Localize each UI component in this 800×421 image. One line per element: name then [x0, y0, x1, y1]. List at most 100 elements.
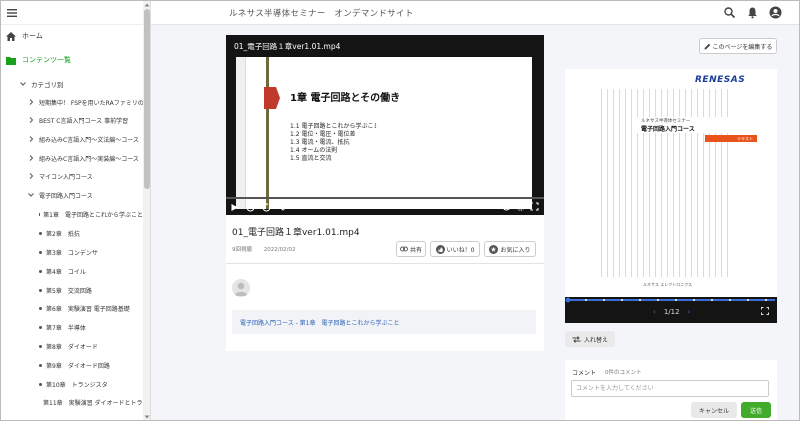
sidebar-category-item[interactable]: マイコン入門コース	[1, 169, 143, 183]
top-bar: ルネサス半導体セミナー オンデマンドサイト	[151, 1, 799, 25]
document-viewer[interactable]: RENESAS ルネサス半導体セミナー 電子回路入門コース テキスト ルネサス …	[565, 69, 777, 323]
sidebar-category-item[interactable]: BEST C言語入門コース 事前学習	[1, 113, 143, 127]
sidebar-chapter-label: 第6章 実験演習 電子回路基礎	[46, 305, 130, 313]
favorite-button[interactable]: お気に入り	[484, 241, 536, 257]
sidebar-chapter-label: 第8章 ダイオード	[46, 343, 98, 351]
sidebar-chapter-item[interactable]: 第8章 ダイオード	[1, 339, 143, 353]
video-time: 00:00:00/00:25:35	[438, 203, 494, 210]
video-overlay-title: 01_電子回路１章ver1.01.mp4	[234, 42, 341, 51]
chevron-right-icon	[27, 116, 35, 124]
scroll-up-icon[interactable]	[144, 2, 150, 8]
like-label: いいね！0	[446, 246, 475, 254]
sidebar-chapter-item[interactable]: 第6章 実験演習 電子回路基礎	[1, 301, 143, 315]
slide-chapter-marker	[264, 87, 280, 109]
site-title: ルネサス半導体セミナー オンデマンドサイト	[229, 9, 414, 19]
document-page: RENESAS ルネサス半導体セミナー 電子回路入門コース テキスト ルネサス …	[565, 69, 777, 297]
bell-icon[interactable]	[746, 6, 759, 19]
sidebar-category-label: マイコン入門コース	[39, 173, 93, 181]
favorite-label: お気に入り	[500, 246, 531, 254]
volume-icon[interactable]	[278, 203, 287, 212]
prev-page-icon[interactable]: ‹	[653, 308, 656, 316]
sidebar-chapter-item[interactable]: 第11章 実験演習 ダイオードとトラ...	[1, 395, 143, 409]
speed-icon[interactable]	[502, 202, 511, 211]
sidebar-item-label: ホーム	[22, 32, 43, 40]
main-content: 01_電子回路１章ver1.01.mp4 1章 電子回路とその働き 1.1 電子…	[151, 25, 799, 420]
bullet-icon	[39, 269, 42, 273]
share-button[interactable]: 共有	[396, 241, 426, 257]
pencil-icon	[704, 43, 711, 50]
content-title: 01_電子回路１章ver1.01.mp4	[232, 228, 360, 238]
sidebar-category-label: BEST C言語入門コース 事前学習	[39, 117, 129, 125]
sidebar-category-item[interactable]: 組み込みC言語入門〜実装編〜コース	[1, 151, 143, 165]
home-icon	[6, 31, 16, 41]
thumbs-up-icon	[435, 244, 445, 254]
cancel-button[interactable]: キャンセル	[691, 402, 737, 418]
comment-input[interactable]	[571, 380, 769, 397]
sidebar-chapter-label: 第4章 コイル	[46, 268, 86, 276]
play-icon[interactable]	[366, 105, 402, 141]
category-label: カテゴリ別	[31, 81, 64, 89]
search-icon[interactable]	[723, 6, 736, 19]
fullscreen-icon[interactable]	[530, 202, 539, 211]
forward-10-icon[interactable]	[262, 202, 271, 212]
account-icon[interactable]	[769, 6, 782, 19]
sidebar-chapter-item[interactable]: 第2章 抵抗	[1, 226, 143, 240]
sidebar-category-label: 組み込みC言語入門〜実装編〜コース	[39, 155, 139, 163]
sidebar-category-item[interactable]: 組み込みC言語入門〜文法編〜コース	[1, 132, 143, 146]
cover-title: 電子回路入門コース	[641, 126, 695, 133]
sidebar-chapter-label: 第9章 ダイオード回路	[46, 362, 110, 370]
sidebar-chapter-item[interactable]: 第7章 半導体	[1, 320, 143, 334]
menu-icon[interactable]	[7, 8, 17, 17]
like-button[interactable]: いいね！0	[430, 241, 480, 257]
comment-panel: コメント 0件のコメント キャンセル 送信	[565, 360, 777, 420]
renesas-logo: RENESAS	[695, 75, 746, 85]
top-actions	[723, 6, 782, 19]
publish-date: 2022/02/02	[263, 247, 296, 253]
sidebar-scrollbar[interactable]	[143, 1, 150, 420]
sidebar-category-item[interactable]: 短期集中！ FSPを用いたRAファミリのI...	[1, 95, 143, 109]
breadcrumb-link[interactable]: 電子回路入門コース - 第1章 電子回路とこれから学ぶこと	[240, 318, 400, 327]
sidebar-chapter-item[interactable]: 第5章 交流回路	[1, 283, 143, 297]
play-small-icon[interactable]	[230, 203, 239, 212]
swap-button[interactable]: 入れ替え	[565, 331, 615, 347]
video-controls: 00:00:00/00:25:35	[226, 199, 544, 215]
comment-count: 0件のコメント	[605, 370, 642, 376]
cover-tag: テキスト	[705, 135, 757, 142]
chevron-right-icon	[27, 135, 35, 143]
fullscreen-icon[interactable]	[761, 307, 769, 315]
video-card: 01_電子回路１章ver1.01.mp4 1章 電子回路とその働き 1.1 電子…	[226, 35, 544, 351]
avatar	[232, 279, 250, 297]
document-controls: ‹ 1/12 ›	[565, 297, 777, 323]
sidebar-chapter-label: 第2章 抵抗	[46, 230, 80, 238]
breadcrumb[interactable]: 電子回路入門コース - 第1章 電子回路とこれから学ぶこと	[232, 310, 536, 334]
send-button[interactable]: 送信	[741, 402, 771, 418]
video-player[interactable]: 01_電子回路１章ver1.01.mp4 1章 電子回路とその働き 1.1 電子…	[226, 35, 544, 215]
bullet-icon	[39, 363, 42, 367]
settings-icon[interactable]	[516, 202, 525, 211]
sidebar-item-contents[interactable]: コンテンツ一覧	[1, 49, 143, 71]
comment-label: コメント	[572, 370, 597, 377]
sidebar-item-home[interactable]: ホーム	[1, 25, 143, 47]
chevron-right-icon	[27, 98, 35, 106]
category-toggle[interactable]: カテゴリ別	[1, 77, 143, 91]
sidebar-chapter-item[interactable]: 第3章 コンデンサ	[1, 245, 143, 259]
app-window: ホーム コンテンツ一覧 カテゴリ別 短期集中！ FSPを用いたRAファミリのI.…	[0, 0, 800, 421]
rewind-10-icon[interactable]	[246, 202, 255, 212]
sidebar-chapter-item[interactable]: 第9章 ダイオード回路	[1, 358, 143, 372]
star-icon	[489, 244, 499, 254]
slide-heading: 1章 電子回路とその働き	[290, 93, 401, 104]
chevron-right-icon	[27, 172, 35, 180]
scroll-down-icon[interactable]	[144, 414, 150, 420]
bullet-icon	[39, 250, 42, 254]
scrollbar-thumb[interactable]	[144, 9, 150, 189]
bullet-icon	[39, 344, 42, 348]
sidebar-category-label: 組み込みC言語入門〜文法編〜コース	[39, 136, 139, 144]
next-page-icon[interactable]: ›	[688, 308, 691, 316]
sidebar-chapter-item[interactable]: 第10章 トランジスタ	[1, 377, 143, 391]
sidebar-chapter-item[interactable]: 第1章 電子回路とこれから学ぶこと	[1, 207, 143, 221]
edit-page-button[interactable]: このページを編集する	[699, 38, 777, 54]
sidebar-chapter-item[interactable]: 第4章 コイル	[1, 264, 143, 278]
sidebar-category-item-expanded[interactable]: 電子回路入門コース	[1, 188, 143, 202]
chevron-down-icon	[27, 191, 35, 199]
folder-icon	[6, 56, 16, 65]
